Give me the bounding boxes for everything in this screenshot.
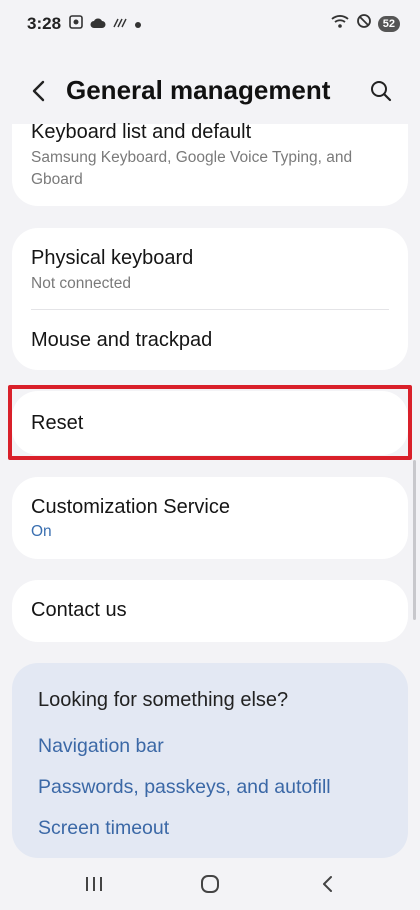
search-button[interactable]: [366, 76, 396, 106]
back-button[interactable]: [24, 76, 54, 106]
physical-keyboard-subtitle: Not connected: [31, 275, 131, 292]
screenshot-icon: [68, 14, 84, 35]
card-keyboard-list: Keyboard list and default Samsung Keyboa…: [12, 121, 408, 206]
cloud-icon: [90, 16, 106, 34]
customization-status: On: [31, 523, 52, 540]
suggestions-card: Looking for something else? Navigation b…: [12, 663, 408, 858]
card-contact: Contact us: [12, 580, 408, 642]
keyboard-list-subtitle: Samsung Keyboard, Google Voice Typing, a…: [31, 149, 353, 188]
dot-icon: [134, 16, 142, 34]
contact-us-title: Contact us: [31, 599, 127, 621]
link-screen-timeout[interactable]: Screen timeout: [38, 817, 169, 840]
navigation-bar: [0, 858, 420, 910]
signal-lines-icon: [112, 16, 128, 34]
recent-apps-button[interactable]: [79, 870, 109, 898]
mouse-trackpad-item[interactable]: Mouse and trackpad: [12, 310, 408, 370]
page-title: General management: [66, 75, 331, 105]
status-bar: 3:28 52: [0, 0, 420, 48]
suggestions-title: Looking for something else?: [38, 689, 289, 711]
nav-back-button[interactable]: [313, 870, 343, 898]
back-chevron-icon: [32, 80, 45, 102]
status-left-icons: [68, 14, 142, 35]
card-input-devices: Physical keyboard Not connected Mouse an…: [12, 228, 408, 370]
search-icon: [371, 81, 392, 102]
keyboard-list-item[interactable]: Keyboard list and default Samsung Keyboa…: [12, 121, 408, 206]
app-header: General management: [0, 62, 420, 120]
recent-apps-icon: [86, 877, 102, 891]
link-passwords[interactable]: Passwords, passkeys, and autofill: [38, 776, 331, 799]
status-time: 3:28: [27, 14, 62, 33]
mouse-trackpad-title: Mouse and trackpad: [31, 329, 213, 351]
customization-item[interactable]: Customization Service On: [12, 477, 408, 559]
physical-keyboard-item[interactable]: Physical keyboard Not connected: [12, 228, 408, 308]
home-button[interactable]: [195, 870, 225, 898]
status-right-icons: 52: [330, 13, 400, 34]
home-icon: [201, 875, 219, 893]
scrollbar[interactable]: [413, 460, 416, 620]
link-navigation-bar[interactable]: Navigation bar: [38, 735, 164, 758]
card-customization: Customization Service On: [12, 477, 408, 559]
battery-icon: 52: [377, 15, 400, 32]
wifi-icon: [330, 13, 350, 34]
screen: 3:28 52 General management Keyboard list…: [0, 0, 420, 910]
keyboard-list-title: Keyboard list and default: [31, 121, 252, 143]
highlight-box: [8, 385, 412, 460]
physical-keyboard-title: Physical keyboard: [31, 247, 194, 269]
back-icon: [323, 876, 332, 892]
do-not-disturb-icon: [356, 13, 372, 34]
contact-us-item[interactable]: Contact us: [12, 580, 408, 642]
customization-title: Customization Service: [31, 496, 230, 518]
